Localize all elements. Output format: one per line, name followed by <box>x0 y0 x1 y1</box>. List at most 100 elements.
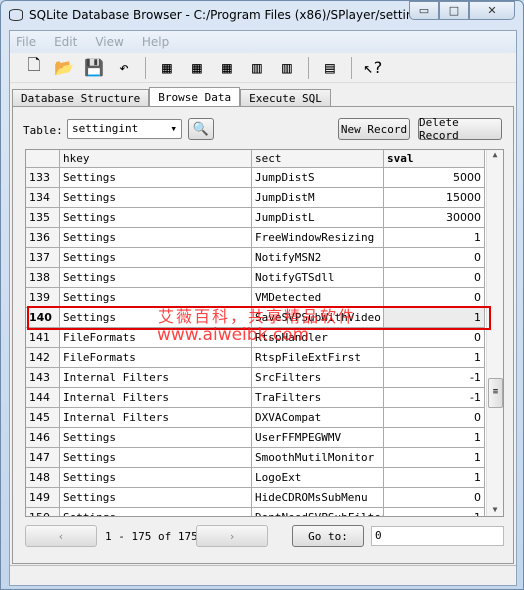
column-header-sval[interactable]: sval <box>384 150 485 168</box>
sval-cell[interactable]: 1 <box>384 428 485 448</box>
sval-cell[interactable]: 0 <box>384 248 485 268</box>
sval-cell[interactable]: 0 <box>384 288 485 308</box>
vertical-scrollbar[interactable]: ▲ ≡ ▼ <box>486 150 503 516</box>
scrollbar-thumb[interactable]: ≡ <box>488 378 503 408</box>
hkey-cell[interactable]: Settings <box>60 248 252 268</box>
create-table-button[interactable]: ▦ <box>155 56 179 80</box>
goto-input[interactable]: 0 <box>371 526 504 546</box>
table-row[interactable]: 144 Internal Filters TraFilters -1 <box>26 388 486 408</box>
sval-cell[interactable]: 15000 <box>384 188 485 208</box>
minimize-button[interactable]: ▭ <box>409 1 439 20</box>
table-row[interactable]: 148 Settings LogoExt 1 <box>26 468 486 488</box>
delete-record-button[interactable]: Delete Record <box>418 116 502 142</box>
whats-this-button[interactable]: ↖? <box>361 56 385 80</box>
table-row[interactable]: 145 Internal Filters DXVACompat 0 <box>26 408 486 428</box>
sval-cell[interactable]: -1 <box>384 388 485 408</box>
save-button[interactable]: 💾 <box>82 56 106 80</box>
menu-help[interactable]: Help <box>142 35 169 49</box>
scroll-down-icon[interactable]: ▼ <box>487 505 503 514</box>
modify-table-button[interactable]: ▦ <box>215 56 239 80</box>
hkey-cell[interactable]: Settings <box>60 168 252 188</box>
column-header-sect[interactable]: sect <box>252 150 384 168</box>
sect-cell[interactable]: RtspFileExtFirst <box>252 348 384 368</box>
menu-view[interactable]: View <box>95 35 123 49</box>
open-folder-button[interactable]: 📂 <box>52 56 76 80</box>
sval-cell[interactable]: 0 <box>384 488 485 508</box>
hkey-cell[interactable]: Settings <box>60 188 252 208</box>
table-row[interactable]: 138 Settings NotifyGTSdll 0 <box>26 268 486 288</box>
hkey-cell[interactable]: Internal Filters <box>60 388 252 408</box>
sect-cell[interactable]: UserFFMPEGWMV <box>252 428 384 448</box>
sval-cell[interactable]: 0 <box>384 328 485 348</box>
sect-cell[interactable]: DontNeedSVPSubFilter <box>252 508 384 516</box>
table-row[interactable]: 150SettingsDontNeedSVPSubFilter1 <box>26 508 486 516</box>
toolbar-separator <box>145 56 146 79</box>
hkey-cell[interactable]: Settings <box>60 508 252 516</box>
sect-cell[interactable]: NotifyMSN2 <box>252 248 384 268</box>
sval-cell[interactable]: 1 <box>384 448 485 468</box>
new-file-button[interactable]: 🗋 <box>22 55 46 80</box>
menu-edit[interactable]: Edit <box>54 35 77 49</box>
tab-browse-data[interactable]: Browse Data <box>149 87 241 107</box>
hkey-cell[interactable]: Settings <box>60 228 252 248</box>
sect-cell[interactable]: SmoothMutilMonitor <box>252 448 384 468</box>
sect-cell[interactable]: FreeWindowResizing <box>252 228 384 248</box>
sect-cell[interactable]: DXVACompat <box>252 408 384 428</box>
sect-cell[interactable]: TraFilters <box>252 388 384 408</box>
sect-cell[interactable]: JumpDistM <box>252 188 384 208</box>
table-row[interactable]: 146 Settings UserFFMPEGWMV 1 <box>26 428 486 448</box>
table-row[interactable]: 143 Internal Filters SrcFilters -1 <box>26 368 486 388</box>
new-record-button[interactable]: New Record <box>338 118 410 140</box>
next-page-button[interactable]: › <box>196 525 268 547</box>
sect-cell[interactable]: HideCDROMsSubMenu <box>252 488 384 508</box>
table-row[interactable]: 137 Settings NotifyMSN2 0 <box>26 248 486 268</box>
hkey-cell[interactable]: Settings <box>60 208 252 228</box>
table-row[interactable]: 136 Settings FreeWindowResizing 1 <box>26 228 486 248</box>
table-row[interactable]: 135 Settings JumpDistL 30000 <box>26 208 486 228</box>
sval-cell[interactable]: -1 <box>384 368 485 388</box>
create-index-button[interactable]: ▥ <box>245 56 269 80</box>
tab-execute-sql[interactable]: Execute SQL <box>240 89 331 107</box>
sval-cell[interactable]: 1 <box>384 348 485 368</box>
sect-cell[interactable]: LogoExt <box>252 468 384 488</box>
hkey-cell[interactable]: Settings <box>60 268 252 288</box>
sect-cell[interactable]: JumpDistS <box>252 168 384 188</box>
delete-index-button[interactable]: ▥ <box>275 56 299 80</box>
hkey-cell[interactable]: Settings <box>60 468 252 488</box>
sval-cell[interactable]: 1 <box>384 508 485 516</box>
hkey-cell[interactable]: Internal Filters <box>60 368 252 388</box>
column-header-hkey[interactable]: hkey <box>60 150 252 168</box>
sect-cell[interactable]: NotifyGTSdll <box>252 268 384 288</box>
sect-cell[interactable]: SrcFilters <box>252 368 384 388</box>
goto-button[interactable]: Go to: <box>292 525 364 547</box>
sval-cell[interactable]: 0 <box>384 268 485 288</box>
hkey-cell[interactable]: Settings <box>60 488 252 508</box>
menu-file[interactable]: File <box>16 35 36 49</box>
sval-cell[interactable]: 1 <box>384 468 485 488</box>
delete-index-icon: ▥ <box>282 58 292 77</box>
log-button[interactable]: ▤ <box>318 56 342 80</box>
prev-page-button[interactable]: ‹ <box>25 525 97 547</box>
hkey-cell[interactable]: Internal Filters <box>60 408 252 428</box>
table-row[interactable]: 149 Settings HideCDROMsSubMenu 0 <box>26 488 486 508</box>
sval-cell[interactable]: 0 <box>384 408 485 428</box>
delete-table-button[interactable]: ▦ <box>185 56 209 80</box>
table-select[interactable]: settingint ▾ <box>67 119 182 139</box>
table-row[interactable]: 142 FileFormats RtspFileExtFirst 1 <box>26 348 486 368</box>
tab-database-structure[interactable]: Database Structure <box>12 89 150 107</box>
sval-cell[interactable]: 5000 <box>384 168 485 188</box>
close-button[interactable]: ✕ <box>469 1 515 20</box>
search-button[interactable]: 🔍 <box>188 118 214 140</box>
hkey-cell[interactable]: FileFormats <box>60 348 252 368</box>
table-row[interactable]: 133 Settings JumpDistS 5000 <box>26 168 486 188</box>
table-row[interactable]: 134 Settings JumpDistM 15000 <box>26 188 486 208</box>
sect-cell[interactable]: JumpDistL <box>252 208 384 228</box>
hkey-cell[interactable]: Settings <box>60 428 252 448</box>
undo-button[interactable]: ↶ <box>112 56 136 80</box>
scroll-up-icon[interactable]: ▲ <box>487 150 503 159</box>
sval-cell[interactable]: 30000 <box>384 208 485 228</box>
sval-cell[interactable]: 1 <box>384 228 485 248</box>
table-row[interactable]: 147 Settings SmoothMutilMonitor 1 <box>26 448 486 468</box>
maximize-button[interactable]: □ <box>439 1 469 20</box>
hkey-cell[interactable]: Settings <box>60 448 252 468</box>
